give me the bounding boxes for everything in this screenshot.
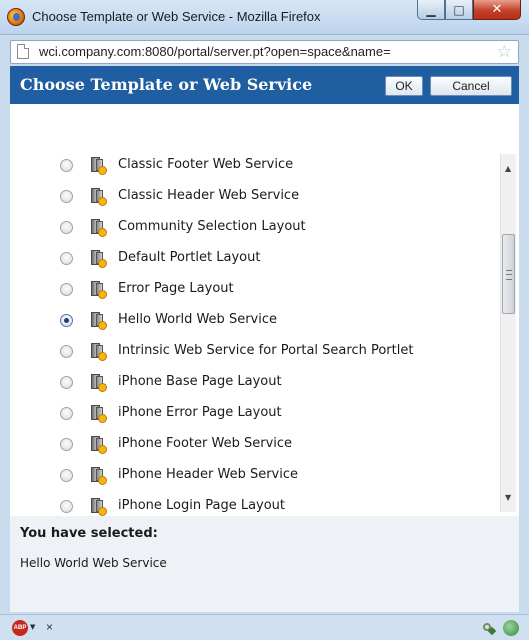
list-item-label[interactable]: iPhone Footer Web Service: [118, 436, 292, 451]
list-item-label[interactable]: iPhone Login Page Layout: [118, 498, 285, 513]
extension-icon[interactable]: [481, 620, 497, 636]
list-scrollbar[interactable]: ▲ ▼: [500, 154, 516, 512]
web-service-icon: [88, 187, 108, 207]
close-button[interactable]: ✕: [473, 0, 521, 20]
web-service-icon: [88, 249, 108, 269]
bookmark-star-icon[interactable]: ☆: [497, 42, 512, 62]
radio-button[interactable]: [60, 159, 73, 172]
list-item-label[interactable]: Intrinsic Web Service for Portal Search …: [118, 343, 413, 358]
web-service-icon: [88, 218, 108, 238]
cancel-button[interactable]: Cancel: [430, 76, 512, 96]
web-service-icon: [88, 497, 108, 516]
list-item[interactable]: iPhone Base Page Layout: [10, 367, 500, 398]
dialog-title: Choose Template or Web Service: [20, 75, 313, 94]
dialog-header: Choose Template or Web Service OK Cancel: [10, 66, 519, 104]
adblock-icon[interactable]: ABP: [12, 620, 28, 636]
selection-value: Hello World Web Service: [20, 556, 167, 570]
list-item-label[interactable]: iPhone Header Web Service: [118, 467, 298, 482]
radio-button[interactable]: [60, 221, 73, 234]
list-item[interactable]: iPhone Footer Web Service: [10, 429, 500, 460]
list-item-label[interactable]: iPhone Base Page Layout: [118, 374, 282, 389]
window-title: Choose Template or Web Service - Mozilla…: [32, 9, 321, 24]
adblock-dropdown-icon[interactable]: ▼: [30, 623, 35, 631]
maximize-button[interactable]: □: [445, 0, 473, 20]
list-item-label[interactable]: Classic Header Web Service: [118, 188, 299, 203]
radio-button[interactable]: [60, 469, 73, 482]
radio-button[interactable]: [60, 314, 73, 327]
list-item[interactable]: iPhone Login Page Layout: [10, 491, 500, 516]
scroll-thumb[interactable]: [502, 234, 515, 314]
window-titlebar: Choose Template or Web Service - Mozilla…: [0, 0, 529, 35]
list-item-label[interactable]: Community Selection Layout: [118, 219, 306, 234]
list-item[interactable]: Default Portlet Layout: [10, 243, 500, 274]
radio-button[interactable]: [60, 283, 73, 296]
web-service-icon: [88, 156, 108, 176]
template-list-items: Classic Footer Web Service Classic Header…: [10, 150, 500, 516]
radio-button[interactable]: [60, 252, 73, 265]
list-item-label[interactable]: Error Page Layout: [118, 281, 234, 296]
ok-button[interactable]: OK: [385, 76, 423, 96]
list-item[interactable]: Classic Footer Web Service: [10, 150, 500, 181]
radio-button[interactable]: [60, 407, 73, 420]
grip-icon: [506, 270, 512, 280]
list-item-label[interactable]: iPhone Error Page Layout: [118, 405, 282, 420]
web-service-icon: [88, 435, 108, 455]
list-item-label[interactable]: Default Portlet Layout: [118, 250, 260, 265]
web-service-icon: [88, 342, 108, 362]
web-service-icon: [88, 404, 108, 424]
url-bar[interactable]: wci.company.com:8080/portal/server.pt?op…: [10, 40, 519, 64]
minimize-button[interactable]: ▁: [417, 0, 445, 20]
web-service-icon: [88, 311, 108, 331]
list-item[interactable]: iPhone Error Page Layout: [10, 398, 500, 429]
web-service-icon: [88, 373, 108, 393]
globe-icon[interactable]: [503, 620, 519, 636]
template-list: Classic Footer Web Service Classic Header…: [10, 104, 519, 516]
radio-button[interactable]: [60, 345, 73, 358]
page-icon: [17, 44, 29, 59]
scroll-down-icon[interactable]: ▼: [505, 493, 511, 502]
web-service-icon: [88, 280, 108, 300]
list-item[interactable]: iPhone Header Web Service: [10, 460, 500, 491]
selection-panel: You have selected: Hello World Web Servi…: [10, 516, 519, 612]
web-service-icon: [88, 466, 108, 486]
list-item[interactable]: Classic Header Web Service: [10, 181, 500, 212]
list-item[interactable]: Community Selection Layout: [10, 212, 500, 243]
list-item[interactable]: Error Page Layout: [10, 274, 500, 305]
status-bar: ABP ▼ ×: [0, 614, 529, 640]
url-text[interactable]: wci.company.com:8080/portal/server.pt?op…: [39, 44, 489, 59]
selection-heading: You have selected:: [20, 526, 158, 541]
list-item-label[interactable]: Classic Footer Web Service: [118, 157, 293, 172]
list-item[interactable]: Intrinsic Web Service for Portal Search …: [10, 336, 500, 367]
firefox-icon: [7, 8, 25, 26]
list-item-label[interactable]: Hello World Web Service: [118, 312, 277, 327]
radio-button[interactable]: [60, 500, 73, 513]
close-statusbar-button[interactable]: ×: [46, 620, 53, 634]
radio-button[interactable]: [60, 190, 73, 203]
list-item[interactable]: Hello World Web Service: [10, 305, 500, 336]
radio-button[interactable]: [60, 376, 73, 389]
radio-button[interactable]: [60, 438, 73, 451]
scroll-up-icon[interactable]: ▲: [505, 164, 511, 173]
window-controls: ▁ □ ✕: [417, 0, 521, 22]
